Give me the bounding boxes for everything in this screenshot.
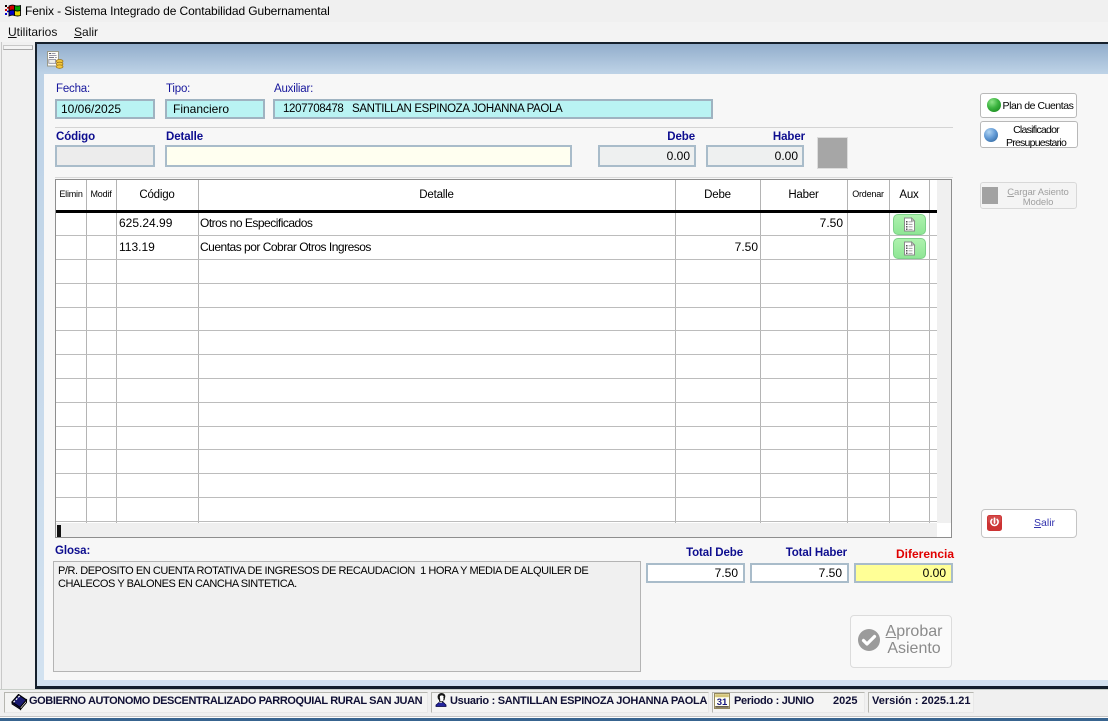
- svg-text:31: 31: [717, 697, 728, 708]
